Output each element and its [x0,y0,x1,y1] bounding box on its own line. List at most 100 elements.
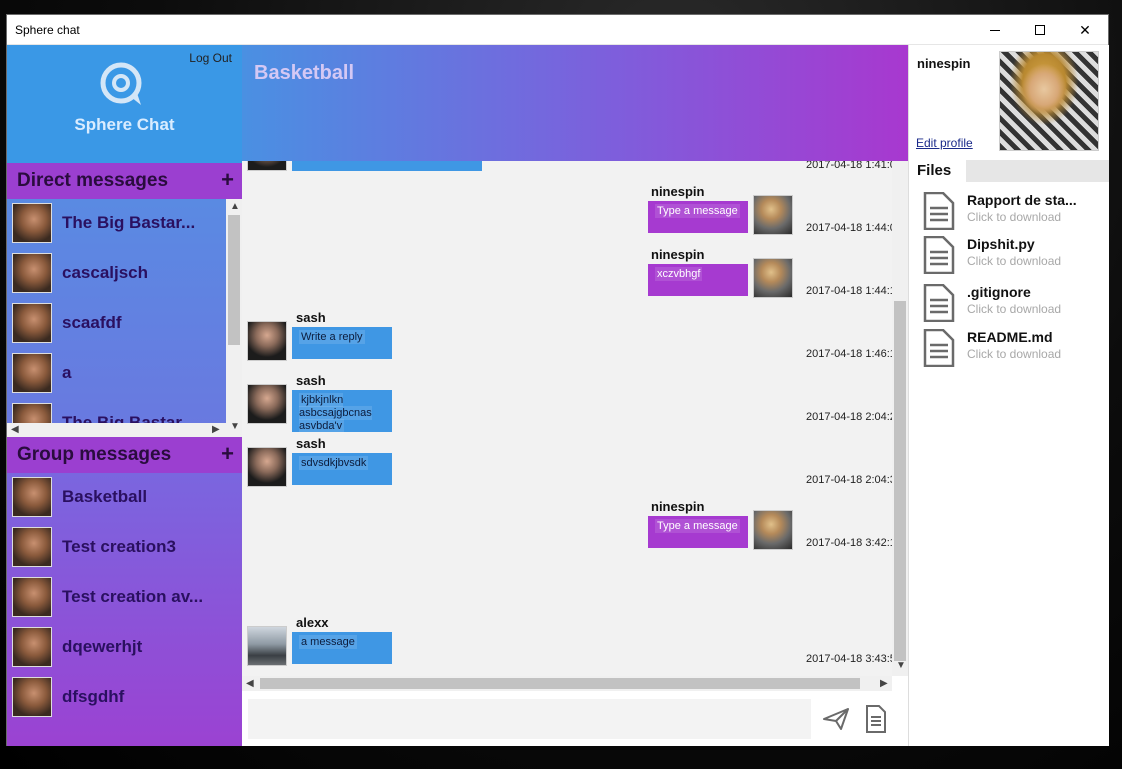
message-time: 2017-04-18 3:42:1 [806,537,896,549]
file-item[interactable]: .gitignore Click to download [923,282,1103,326]
avatar [12,303,52,343]
minimize-button[interactable] [972,15,1018,45]
message-time: 2017-04-18 3:43:5 [806,653,896,665]
files-title: Files [909,160,966,182]
file-name: Dipshit.py [967,236,1035,252]
message-input[interactable] [248,699,811,739]
file-item[interactable]: Rapport de sta... Click to download [923,190,1103,234]
contact-item[interactable]: scaafdf [12,303,227,345]
edit-profile-link[interactable]: Edit profile [916,136,973,150]
maximize-icon [1035,25,1045,35]
direct-messages-list: The Big Bastar... cascaljsch scaafdf a T… [7,199,242,439]
message-text: kjbkjnlkn asbcsajgbcnas asvbda'v [299,393,372,432]
scroll-up-icon[interactable]: ▲ [230,201,240,212]
add-direct-message-button[interactable]: + [221,167,234,193]
scroll-down-icon[interactable]: ▼ [230,421,240,432]
group-item[interactable]: dfsgdhf [12,677,227,719]
group-name: dfsgdhf [62,687,125,706]
file-item[interactable]: Dipshit.py Click to download [923,234,1103,278]
sender-name: sash [296,310,326,325]
message-time: 2017-04-18 1:46:1 [806,348,896,360]
scroll-left-icon[interactable]: ◀ [11,424,19,435]
brand-panel: Log Out Sphere Chat [7,45,242,163]
sender-name: ninespin [651,184,705,199]
window-title: Sphere chat [15,23,80,37]
chat-title: Basketball [254,62,355,84]
messages-hscrollbar[interactable]: ◀ ▶ [242,676,892,691]
chat-bubble-icon [100,62,142,105]
direct-messages-scrollbar[interactable]: ▲ ▼ [226,199,242,437]
group-name: dqewerhjt [62,637,143,656]
contact-item[interactable]: cascaljsch [12,253,227,295]
contact-name: The Big Bastar... [62,213,196,232]
scroll-right-icon[interactable]: ▶ [212,424,220,435]
sender-avatar [753,510,793,550]
sender-name: sash [296,436,326,451]
avatar [12,527,52,567]
add-group-button[interactable]: + [221,441,234,467]
username: ninespin [917,56,971,71]
avatar [12,627,52,667]
sender-name: ninespin [651,499,705,514]
group-item[interactable]: Test creation3 [12,527,227,569]
document-icon [923,192,955,230]
sender-name: alexx [296,615,329,630]
message-bubble: kjbkjnlkn asbcsajgbcnas asvbda'v [292,390,392,432]
group-item[interactable]: dqewerhjt [12,627,227,669]
send-icon[interactable] [823,707,849,731]
scroll-thumb[interactable] [260,678,860,689]
logout-link[interactable]: Log Out [189,51,232,65]
message-text: Type a message [655,204,740,218]
avatar [12,203,52,243]
message-text: a message [299,635,357,649]
message-bubble: xczvbhgf [648,264,748,296]
file-name: Rapport de sta... [967,192,1077,208]
message-text: Type a message [655,519,740,533]
group-name: Test creation av... [62,587,204,606]
document-icon[interactable] [865,705,887,733]
sender-name: ninespin [651,247,705,262]
scroll-down-icon[interactable]: ▼ [896,660,906,671]
group-item[interactable]: Basketball [12,477,227,519]
sender-name: sash [296,373,326,388]
group-name: Basketball [62,487,148,506]
scroll-thumb[interactable] [894,301,906,661]
profile-panel: ninespin Edit profile Files Rapport de s… [908,45,1109,746]
message-bubble: Type a message [648,516,748,548]
message-text: sdvsdkjbvsdk [299,456,369,470]
sender-avatar [247,321,287,361]
close-icon: ✕ [1079,21,1091,38]
scroll-right-icon[interactable]: ▶ [880,678,888,689]
message-bubble: a message [292,632,392,664]
sender-avatar [753,195,793,235]
messages-scrollbar[interactable]: ▼ [892,161,908,676]
files-header: Files [909,160,1109,182]
sender-avatar [247,447,287,487]
message-time: 2017-04-18 1:44:0 [806,222,896,234]
scroll-thumb[interactable] [228,215,240,345]
group-name: Test creation3 [62,537,177,556]
scroll-left-icon[interactable]: ◀ [246,678,254,689]
avatar [12,577,52,617]
message-time: 2017-04-18 1:44:1 [806,285,896,297]
close-button[interactable]: ✕ [1062,15,1108,45]
avatar [12,253,52,293]
contact-name: scaafdf [62,313,122,332]
file-item[interactable]: README.md Click to download [923,327,1103,371]
message-bubble [292,161,482,171]
document-icon [923,329,955,367]
file-hint: Click to download [967,210,1062,224]
group-item[interactable]: Test creation av... [12,577,227,619]
direct-messages-hscrollbar[interactable]: ◀ ▶ [7,423,226,437]
avatar [12,477,52,517]
group-messages-list: Basketball Test creation3 Test creation … [7,473,242,746]
file-hint: Click to download [967,302,1062,316]
contact-item[interactable]: The Big Bastar... [12,203,227,245]
sender-avatar [247,384,287,424]
contact-item[interactable]: a [12,353,227,395]
message-list: 2017-04-18 1:41:0 ninespin Type a messag… [242,161,908,676]
message-text: xczvbhgf [655,267,703,281]
sender-avatar [753,258,793,298]
file-hint: Click to download [967,347,1062,361]
maximize-button[interactable] [1017,15,1063,45]
